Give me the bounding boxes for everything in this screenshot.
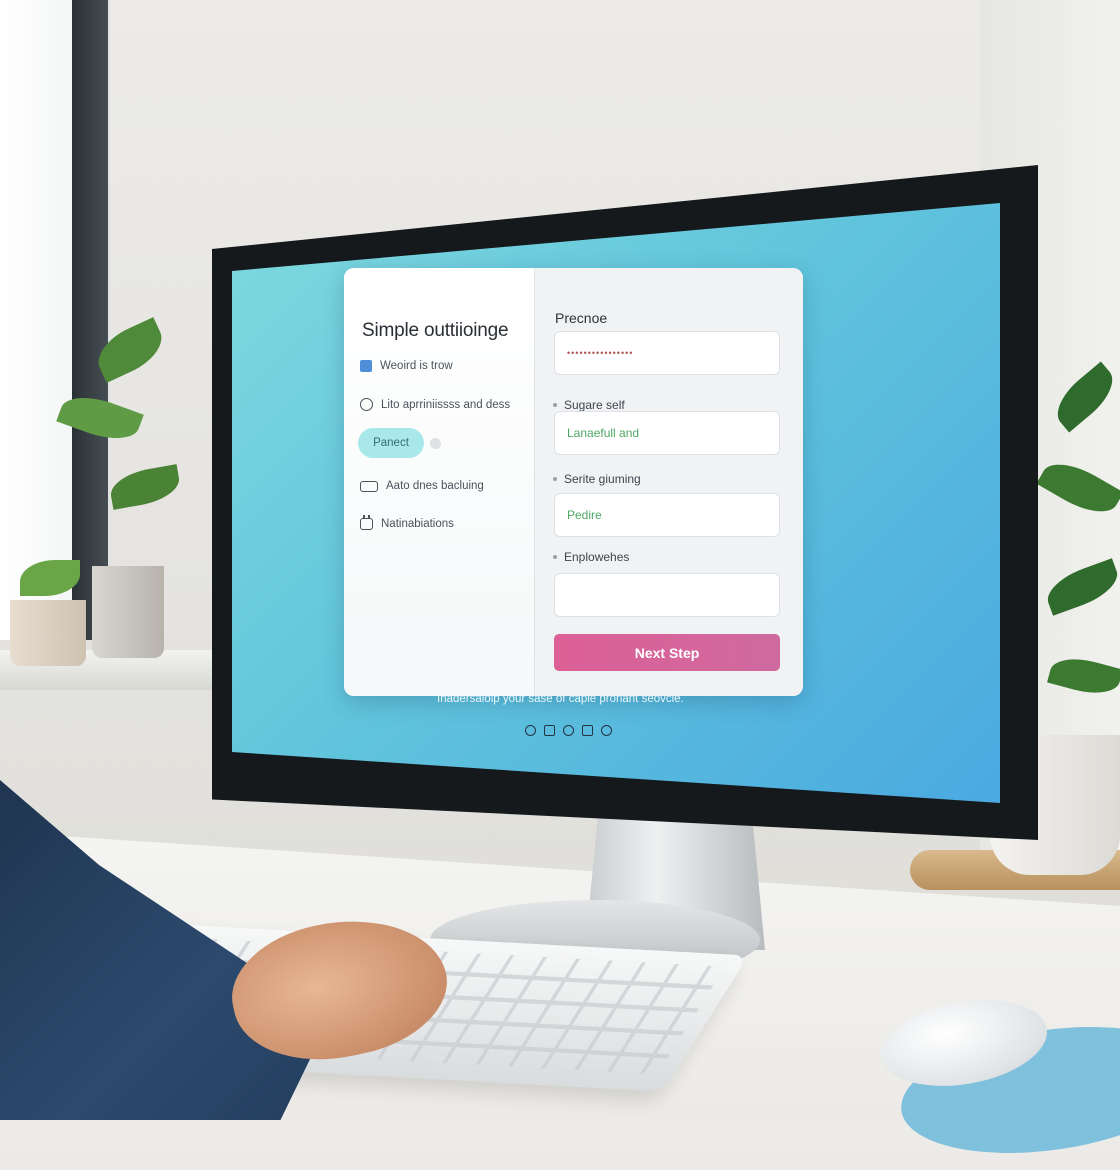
form-panel: Precnoe •••••••••••••••• Sugare self Lan… <box>534 268 803 696</box>
field-value: Lanaefull and <box>567 426 640 440</box>
sidebar-item-label: Natinabiations <box>381 518 454 530</box>
sidebar-item-4[interactable]: Natinabiations <box>360 515 454 530</box>
sidebar-item-3[interactable]: Aato dnes bacluing <box>360 480 484 492</box>
info-icon[interactable] <box>601 725 612 736</box>
toggle-dot[interactable] <box>430 438 441 449</box>
field-label-3: Serite giuming <box>553 472 641 486</box>
form-field-4[interactable] <box>554 573 780 617</box>
field-label-4: Enplowehes <box>553 550 629 564</box>
plant-pot <box>92 566 164 658</box>
sidebar-item-label: Lito aprriniissss and dess <box>381 398 511 411</box>
footer-caption: Ihadersaioip your sase of caple proriant… <box>437 693 684 705</box>
sidebar-item-label: Aato dnes bacluing <box>386 480 484 492</box>
sidebar-item-2[interactable]: Lito aprriniissss and dess <box>360 398 510 411</box>
form-field-3[interactable]: Pedire <box>554 493 780 537</box>
field-label-2: Sugare self <box>553 398 625 412</box>
circle-icon <box>360 398 373 411</box>
footer-icon-row <box>525 725 612 736</box>
field-value: Pedire <box>567 508 602 522</box>
form-title: Precnoe <box>555 310 608 326</box>
lock-icon[interactable] <box>544 725 555 736</box>
sidebar-pill-button[interactable]: Panect <box>358 428 424 458</box>
globe-icon[interactable] <box>525 725 536 736</box>
field-value: •••••••••••••••• <box>567 348 634 358</box>
plant-pot <box>10 600 86 666</box>
sidebar-item-label: Weoird is trow <box>380 360 453 372</box>
calendar-icon <box>360 360 372 372</box>
shield-icon[interactable] <box>563 725 574 736</box>
form-field-1[interactable]: •••••••••••••••• <box>554 331 780 375</box>
sidebar-title: Simple outtiioinge <box>362 320 509 341</box>
onboarding-card: Simple outtiioinge Weoird is trow Lito a… <box>344 268 803 696</box>
next-step-button[interactable]: Next Step <box>554 634 780 671</box>
plant-leaf <box>107 464 183 510</box>
calendar-icon <box>360 515 373 530</box>
rectangle-icon <box>360 480 378 492</box>
sidebar-item-1[interactable]: Weoird is trow <box>360 360 453 372</box>
window-frame <box>72 0 108 640</box>
chat-icon[interactable] <box>582 725 593 736</box>
form-field-2[interactable]: Lanaefull and <box>554 411 780 455</box>
sidebar: Simple outtiioinge Weoird is trow Lito a… <box>344 268 534 696</box>
